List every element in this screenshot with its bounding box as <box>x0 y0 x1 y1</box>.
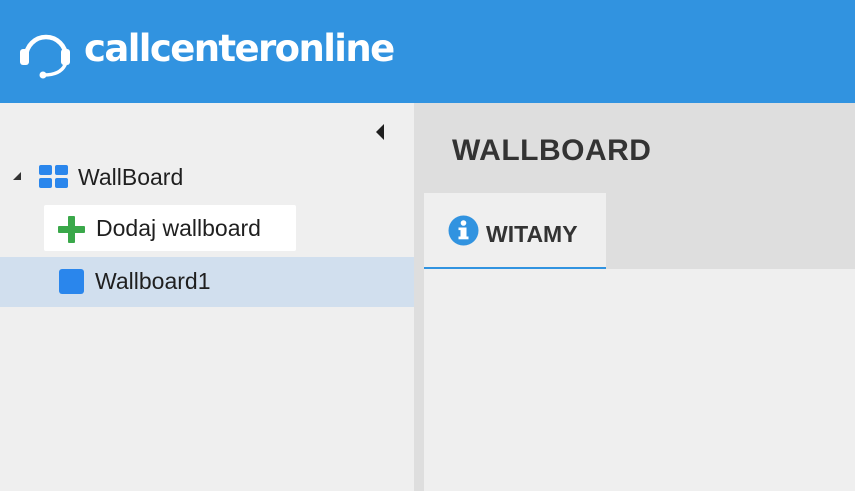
app-logo: callcenteronline <box>84 27 395 70</box>
collapse-sidebar-button[interactable] <box>374 123 386 141</box>
tree-expand-toggle-icon[interactable] <box>12 171 22 181</box>
app-header: callcenteronline <box>0 0 855 103</box>
wallboard-square-icon <box>59 269 84 294</box>
plus-icon <box>58 216 85 243</box>
headset-icon <box>20 34 70 79</box>
main-header: WALLBOARD WITAMY <box>424 103 855 269</box>
add-wallboard-label: Dodaj wallboard <box>96 215 261 241</box>
tree-root-wallboard[interactable]: WallBoard <box>78 162 183 192</box>
tree-item-label: Wallboard1 <box>95 268 211 294</box>
sidebar: WallBoard Dodaj wallboard Wallboard1 <box>0 103 414 491</box>
add-wallboard-button[interactable]: Dodaj wallboard <box>44 205 296 251</box>
tree-item-wallboard1[interactable]: Wallboard1 <box>0 257 414 307</box>
grid-icon <box>39 165 68 188</box>
sidebar-resize-handle[interactable] <box>414 103 424 491</box>
tab-content-area <box>424 269 855 491</box>
page-title: WALLBOARD <box>452 134 652 167</box>
info-icon <box>448 215 479 246</box>
tab-witamy[interactable]: WITAMY <box>424 193 606 269</box>
tab-label: WITAMY <box>486 221 578 247</box>
